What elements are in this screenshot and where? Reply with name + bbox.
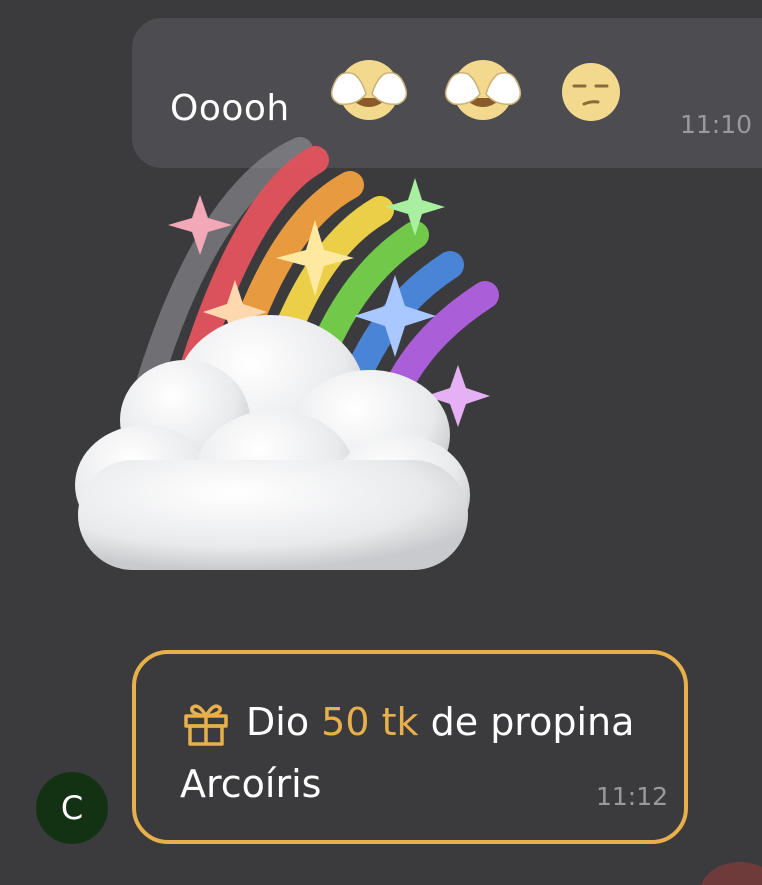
partial-avatar — [700, 862, 762, 885]
gift-amount: 50 tk — [321, 700, 419, 744]
gift-message-card[interactable]: Dio 50 tk de propina Arcoíris 11:12 — [132, 650, 688, 844]
gift-suffix: de propina — [430, 700, 635, 744]
cloud-rainbow-sticker-icon[interactable] — [60, 130, 530, 590]
gift-time: 11:12 — [596, 782, 669, 811]
chat-view: Ooooh 11:10 C Dio 50 tk de propina Arcoí… — [0, 0, 762, 885]
unamused-face-emoji-icon — [562, 63, 620, 121]
gift-prefix: Dio — [246, 700, 310, 744]
see-no-evil-emoji-icon — [444, 60, 522, 120]
gift-name: Arcoíris — [180, 762, 322, 806]
avatar[interactable]: C — [36, 772, 108, 844]
message-time: 11:10 — [680, 110, 753, 139]
avatar-initial: C — [60, 789, 84, 827]
see-no-evil-emoji-icon — [330, 60, 408, 120]
message-text: Ooooh — [170, 88, 290, 129]
gift-line: Dio 50 tk de propina — [180, 696, 634, 748]
gift-icon — [184, 704, 228, 746]
